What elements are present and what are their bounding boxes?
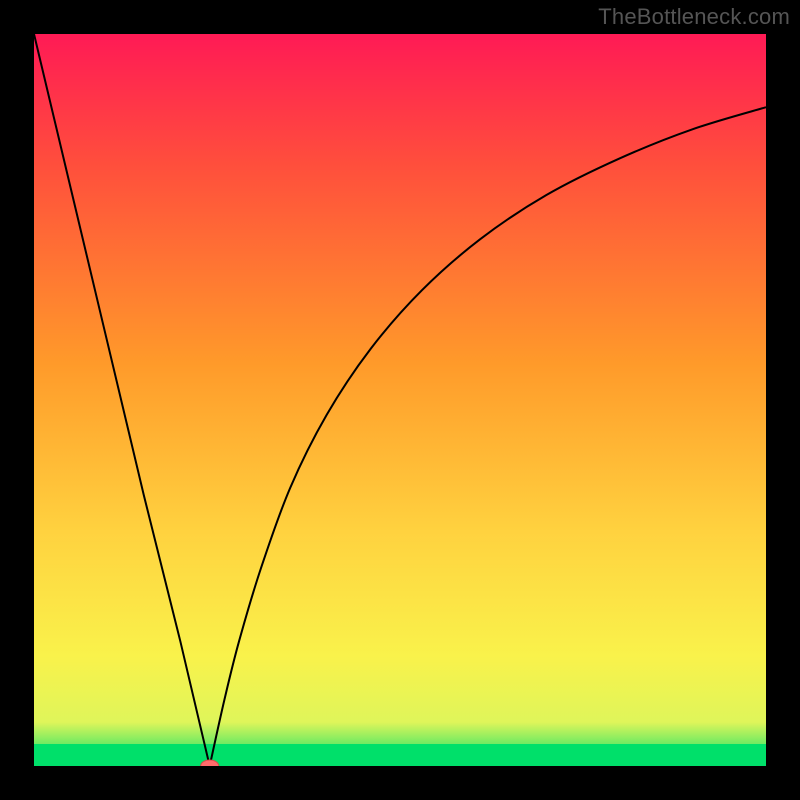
chart-frame: TheBottleneck.com [0, 0, 800, 800]
green-band [34, 744, 766, 766]
watermark-text: TheBottleneck.com [598, 4, 790, 30]
plot-area [34, 34, 766, 766]
plot-svg [34, 34, 766, 766]
